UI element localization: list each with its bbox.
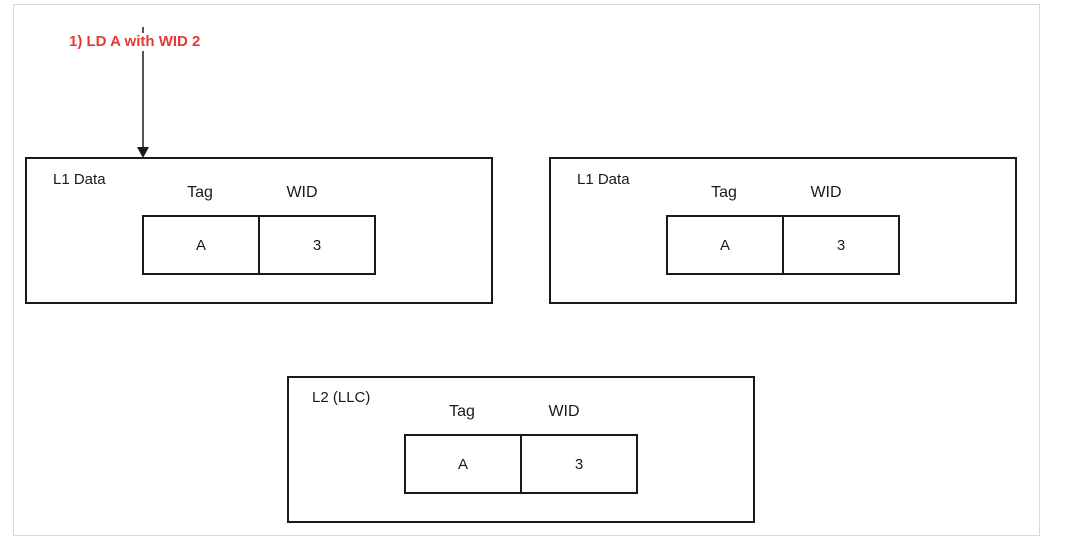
wid-header: WID (548, 403, 580, 420)
wid-cell: 3 (782, 215, 900, 275)
tag-cell: A (142, 215, 260, 275)
request-annotation: 1) LD A with WID 2 (68, 33, 202, 51)
tag-cell: A (666, 215, 784, 275)
cache-title: L1 Data (53, 171, 106, 188)
cache-title: L2 (LLC) (312, 389, 371, 406)
wid-cell: 3 (258, 215, 376, 275)
wid-header: WID (810, 184, 842, 201)
tag-cell: A (404, 434, 522, 494)
tag-header: Tag (711, 184, 737, 201)
tag-header: Tag (449, 403, 475, 420)
wid-cell: 3 (520, 434, 638, 494)
wid-header: WID (286, 184, 318, 201)
cache-title: L1 Data (577, 171, 630, 188)
tag-header: Tag (187, 184, 213, 201)
